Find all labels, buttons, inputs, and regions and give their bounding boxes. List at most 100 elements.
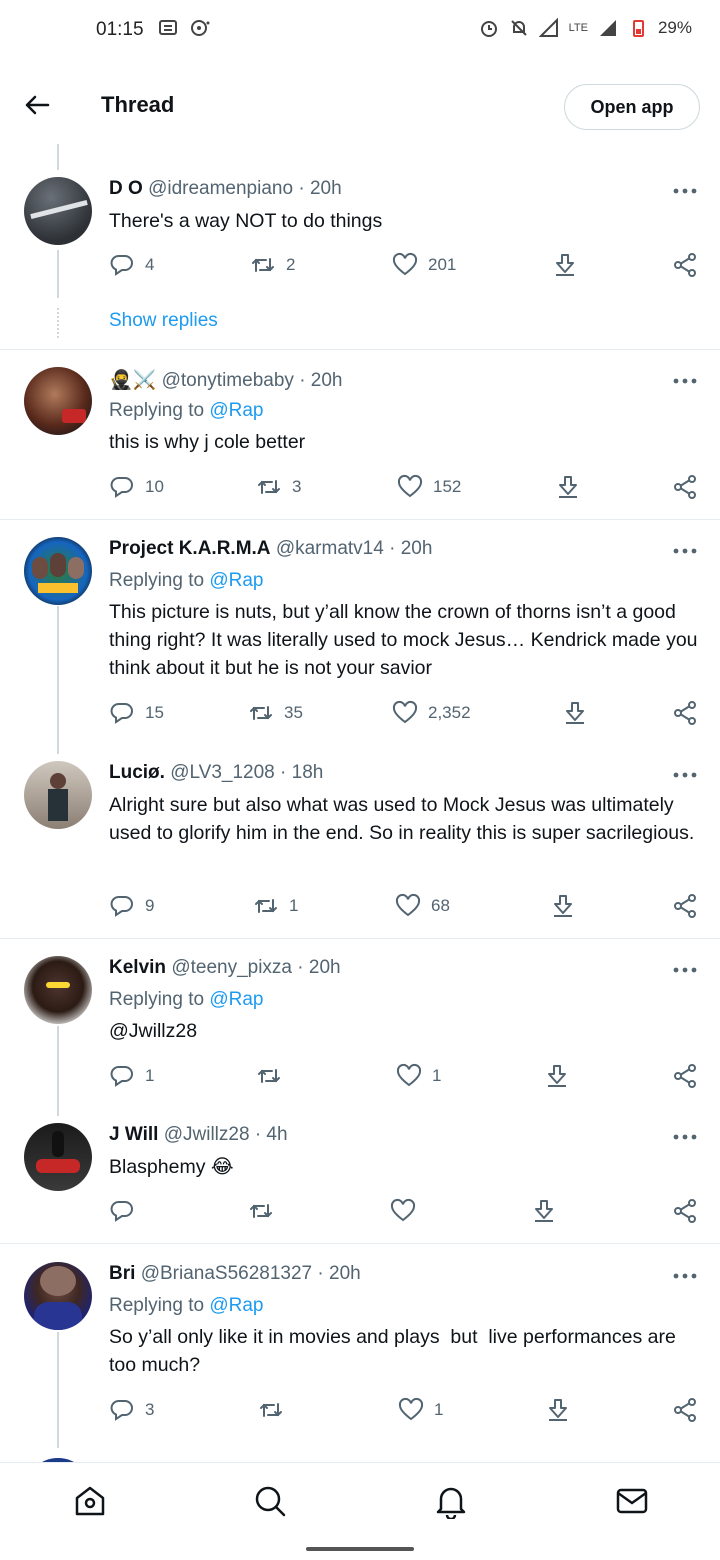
reply-button[interactable]: 3 — [109, 1397, 154, 1423]
display-name[interactable]: Luciø. — [109, 762, 165, 783]
show-replies-link[interactable]: Show replies — [109, 310, 218, 332]
retweet-button[interactable]: 1 — [253, 893, 298, 919]
timestamp[interactable]: · 20h — [317, 1263, 360, 1284]
reply-button[interactable]: 4 — [109, 252, 154, 278]
reply-count: 15 — [145, 703, 164, 722]
download-button[interactable] — [545, 1397, 571, 1423]
like-count: 1 — [432, 1066, 442, 1085]
share-button[interactable] — [672, 474, 698, 500]
retweet-button[interactable] — [258, 1397, 294, 1423]
download-button[interactable] — [531, 1198, 557, 1224]
download-button[interactable] — [544, 1063, 570, 1089]
download-button[interactable] — [552, 252, 578, 278]
timestamp[interactable]: · 20h — [389, 538, 432, 559]
messages-icon[interactable] — [614, 1483, 650, 1519]
more-icon[interactable] — [672, 376, 698, 386]
reply-count: 1 — [145, 1066, 155, 1085]
mention-link[interactable]: @Rap — [209, 570, 263, 591]
share-button[interactable] — [672, 252, 698, 278]
back-arrow-icon[interactable] — [22, 90, 52, 120]
retweet-button[interactable]: 35 — [248, 700, 303, 726]
avatar[interactable] — [24, 956, 92, 1024]
gesture-bar[interactable] — [306, 1547, 414, 1551]
avatar[interactable] — [24, 177, 92, 245]
retweet-button[interactable]: 2 — [250, 252, 295, 278]
timestamp[interactable]: · 20h — [297, 957, 340, 978]
handle[interactable]: @teeny_pixza — [171, 957, 292, 978]
more-icon[interactable] — [672, 546, 698, 556]
reply-button[interactable]: 15 — [109, 700, 164, 726]
reply-button[interactable]: 1 — [109, 1063, 154, 1089]
like-button[interactable]: 68 — [395, 893, 450, 919]
retweet-button[interactable] — [256, 1063, 292, 1089]
display-name[interactable]: Kelvin — [109, 957, 166, 978]
share-button[interactable] — [672, 893, 698, 919]
avatar[interactable] — [24, 761, 92, 829]
mention-link[interactable]: @Rap — [209, 1295, 263, 1316]
more-icon[interactable] — [672, 1132, 698, 1142]
download-button[interactable] — [555, 474, 581, 500]
mention-link[interactable]: @Rap — [209, 400, 263, 421]
like-button[interactable]: 201 — [392, 252, 456, 278]
download-icon — [556, 254, 574, 276]
timestamp[interactable]: · 18h — [280, 762, 323, 783]
display-name[interactable]: D O — [109, 178, 143, 199]
retweet-button[interactable] — [248, 1198, 284, 1224]
mention-link[interactable]: @Rap — [209, 989, 263, 1010]
like-button[interactable]: 2,352 — [392, 700, 471, 726]
handle[interactable]: @idreamenpiano — [148, 178, 293, 199]
retweet-count: 2 — [286, 255, 296, 274]
avatar[interactable] — [24, 537, 92, 605]
reply-button[interactable] — [109, 1198, 145, 1224]
handle[interactable]: @tonytimebaby — [162, 370, 294, 391]
more-icon[interactable] — [672, 770, 698, 780]
share-icon — [674, 701, 696, 725]
display-name[interactable]: J Will — [109, 1124, 158, 1145]
share-button[interactable] — [672, 1198, 698, 1224]
tweet-text: This picture is nuts, but y’all know the… — [109, 601, 698, 679]
handle[interactable]: @karmatv14 — [276, 538, 384, 559]
signal-icon — [538, 18, 558, 37]
reply-button[interactable]: 9 — [109, 893, 154, 919]
home-icon[interactable] — [72, 1483, 108, 1519]
search-icon[interactable] — [252, 1483, 288, 1519]
like-button[interactable] — [390, 1198, 426, 1224]
tweet-header: J Will @Jwillz28 · 4h — [109, 1124, 288, 1146]
reply-button[interactable]: 10 — [109, 474, 164, 500]
header: Thread Open app — [0, 70, 720, 142]
avatar[interactable] — [24, 367, 92, 435]
display-name[interactable]: Project K.A.R.M.A — [109, 538, 271, 559]
like-button[interactable]: 1 — [396, 1063, 441, 1089]
like-button[interactable]: 1 — [398, 1397, 443, 1423]
share-button[interactable] — [672, 1397, 698, 1423]
handle[interactable]: @BrianaS56281327 — [141, 1263, 312, 1284]
open-app-button[interactable]: Open app — [564, 84, 700, 130]
status-time: 01:15 — [96, 19, 144, 40]
reply-count: 3 — [145, 1400, 155, 1419]
download-button[interactable] — [550, 893, 576, 919]
more-icon[interactable] — [672, 1271, 698, 1281]
retweet-icon — [250, 1204, 272, 1218]
more-icon[interactable] — [672, 965, 698, 975]
tweet-text[interactable]: @Jwillz28 — [109, 1017, 699, 1045]
retweet-button[interactable]: 3 — [256, 474, 301, 500]
retweet-count: 35 — [284, 703, 303, 722]
reply-icon — [110, 1400, 133, 1421]
timestamp[interactable]: · 4h — [255, 1124, 288, 1145]
tweet-header: D O @idreamenpiano · 20h — [109, 178, 342, 200]
display-name[interactable]: 🥷⚔️ — [109, 370, 156, 391]
more-icon[interactable] — [672, 186, 698, 196]
heart-icon — [397, 474, 423, 498]
share-button[interactable] — [672, 700, 698, 726]
avatar[interactable] — [24, 1123, 92, 1191]
timestamp[interactable]: · 20h — [299, 370, 342, 391]
notifications-icon[interactable] — [433, 1483, 469, 1519]
handle[interactable]: @LV3_1208 — [170, 762, 275, 783]
avatar[interactable] — [24, 1262, 92, 1330]
handle[interactable]: @Jwillz28 — [164, 1124, 250, 1145]
timestamp[interactable]: · 20h — [298, 178, 341, 199]
like-button[interactable]: 152 — [397, 474, 461, 500]
download-button[interactable] — [562, 700, 588, 726]
display-name[interactable]: Bri — [109, 1263, 135, 1284]
share-button[interactable] — [672, 1063, 698, 1089]
